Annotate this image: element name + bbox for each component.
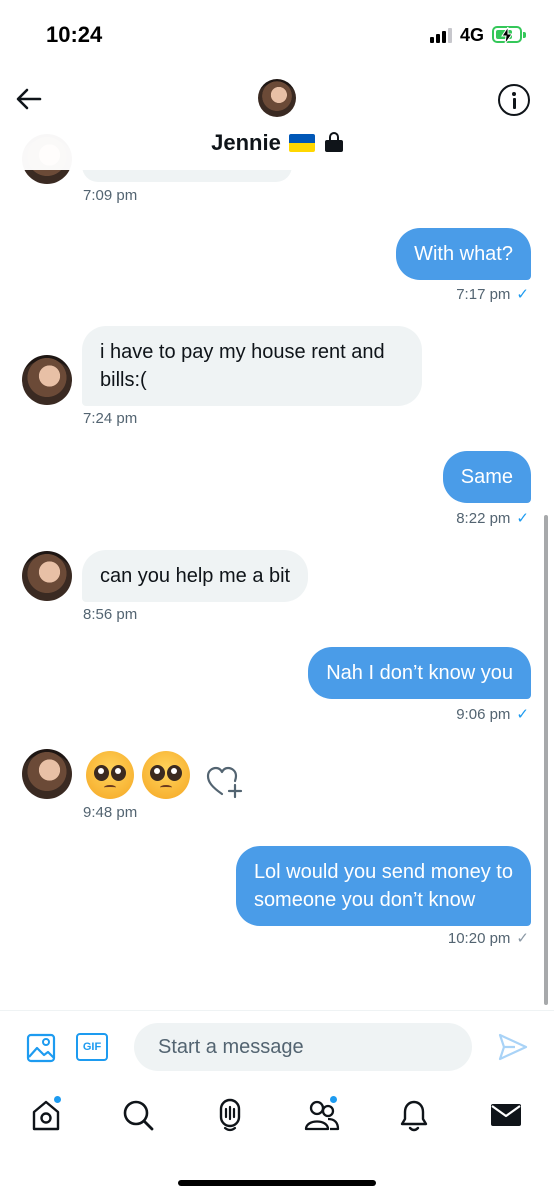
ukraine-flag-icon: [288, 134, 315, 152]
notifications-icon[interactable]: [394, 1095, 434, 1135]
message-bubble-incoming[interactable]: can you help me a bit: [82, 550, 309, 602]
gif-button[interactable]: GIF: [76, 1033, 108, 1061]
home-notification-dot: [53, 1095, 62, 1104]
message-timestamp: 10:20 pm: [447, 930, 511, 947]
contact-name: Jennie: [211, 130, 281, 155]
message-line: Lol would you send money to: [253, 861, 513, 883]
message-timestamp: 9:06 pm: [456, 706, 511, 723]
image-icon[interactable]: [26, 1033, 56, 1063]
message-line: someone you don’t know: [253, 889, 476, 911]
message-timestamp: 7:24 pm: [83, 410, 138, 427]
message-input[interactable]: [134, 1023, 472, 1071]
message-timestamp: 7:09 pm: [83, 187, 138, 204]
avatar[interactable]: [22, 551, 72, 601]
bottom-tab-bar: [0, 1085, 554, 1155]
back-arrow-icon[interactable]: [14, 84, 44, 114]
network-type: 4G: [460, 25, 485, 45]
message-timestamp: 8:22 pm: [456, 510, 511, 527]
search-icon[interactable]: [118, 1095, 158, 1135]
sent-check-icon: ✓: [516, 930, 529, 947]
message-meta: 8:22 pm ✓: [456, 509, 529, 527]
message-timestamp: 8:56 pm: [83, 606, 138, 623]
pleading-face-emoji[interactable]: [86, 751, 134, 799]
message-meta: 9:06 pm ✓: [456, 705, 529, 723]
message-bubble-incoming[interactable]: i have to pay my house rent and bills:(: [82, 326, 422, 406]
avatar[interactable]: [22, 355, 72, 405]
home-indicator: [178, 1180, 376, 1186]
lock-icon: [324, 132, 343, 152]
status-bar: 10:24 4G: [0, 0, 554, 70]
message-meta: 7:17 pm ✓: [456, 285, 529, 303]
communities-notification-dot: [329, 1095, 338, 1104]
message-meta: 10:20 pm ✓: [448, 929, 529, 947]
message-line: i have to pay my house rent and: [100, 341, 385, 363]
conversation-title[interactable]: Jennie: [0, 130, 554, 156]
pleading-face-emoji[interactable]: [142, 751, 190, 799]
scrollbar[interactable]: [544, 515, 548, 1005]
sent-check-icon: ✓: [516, 510, 529, 527]
battery-icon: [492, 26, 526, 44]
message-line: bills:(: [100, 369, 147, 391]
header-avatar[interactable]: [258, 79, 296, 117]
spaces-icon[interactable]: [210, 1095, 250, 1135]
conversation-header: Jennie: [0, 70, 554, 170]
messages-icon[interactable]: [486, 1095, 526, 1135]
message-bubble-outgoing[interactable]: Lol would you send money to someone you …: [235, 846, 531, 926]
react-heart-icon[interactable]: [206, 765, 244, 799]
message-bubble-outgoing[interactable]: Nah I don’t know you: [308, 647, 531, 699]
info-icon[interactable]: [498, 84, 530, 116]
message-timestamp: 9:48 pm: [83, 804, 138, 821]
message-timestamp: 7:17 pm: [456, 286, 511, 303]
message-bubble-outgoing[interactable]: With what?: [396, 228, 531, 280]
sent-check-icon: ✓: [516, 706, 529, 723]
message-bubble-outgoing[interactable]: Same: [442, 451, 531, 503]
status-time: 10:24: [46, 22, 103, 47]
cellular-signal-icon: [430, 28, 452, 43]
sent-check-icon: ✓: [516, 286, 529, 303]
message-composer: GIF: [0, 1010, 554, 1085]
send-icon[interactable]: [497, 1031, 529, 1063]
avatar[interactable]: [22, 749, 72, 799]
